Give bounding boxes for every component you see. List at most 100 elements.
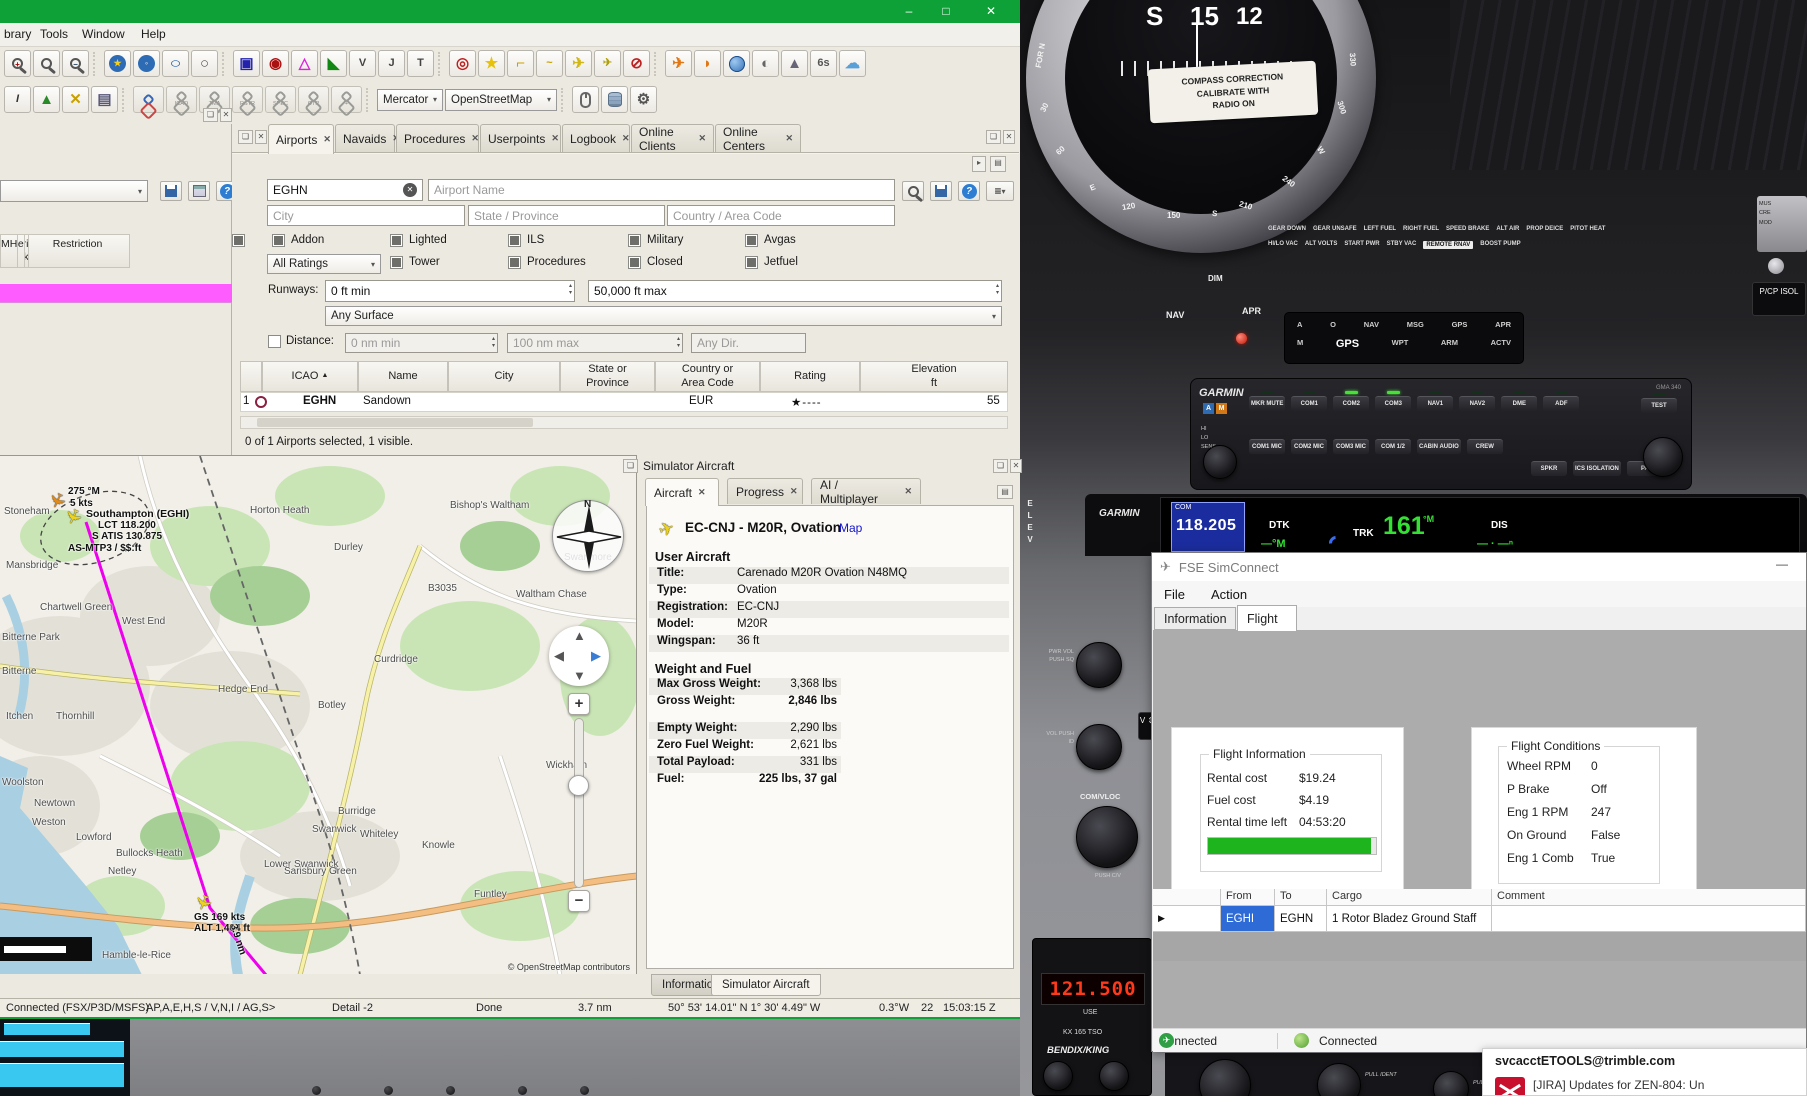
vor-icon[interactable]: ★	[104, 50, 131, 77]
kx165-knob-left[interactable]	[1043, 1061, 1073, 1091]
icao-column-header[interactable]: ICAO ▲	[262, 361, 358, 392]
elevation-column-header[interactable]: Elevation ft	[860, 361, 1008, 392]
military-checkbox[interactable]	[628, 234, 641, 247]
tab-list-icon[interactable]: ▤	[990, 156, 1006, 172]
fse-title-bar[interactable]: ✈ FSE SimConnect —	[1152, 553, 1806, 581]
comment-cell[interactable]	[1492, 906, 1806, 932]
audio-volume-knob[interactable]	[1203, 445, 1237, 479]
ndb-icon[interactable]: ◦	[133, 50, 160, 77]
country-column-header[interactable]: Country or Area Code	[655, 361, 760, 392]
airspace-boundary-icon[interactable]: ▣	[233, 50, 260, 77]
comment-column-header[interactable]: Comment	[1492, 889, 1806, 906]
close-panel-icon[interactable]: ✕	[255, 130, 267, 144]
audio-mic-button[interactable]: COM1 MIC	[1249, 439, 1285, 454]
audio-button[interactable]: ADF	[1543, 391, 1579, 411]
audio-button[interactable]: NAV2	[1459, 391, 1495, 411]
rating-column-header[interactable]: Rating	[760, 361, 860, 392]
save-search-icon[interactable]	[930, 181, 952, 201]
column-header-restriction[interactable]: Restriction	[28, 234, 130, 268]
close-panel-icon[interactable]: ✕	[220, 108, 232, 122]
row-number-header[interactable]	[240, 361, 262, 392]
menu-item[interactable]: Help	[137, 27, 170, 41]
weather-icon[interactable]: ☁	[839, 50, 866, 77]
icao-search-input[interactable]: EGHN ✕	[267, 179, 423, 201]
tab-flight[interactable]: Flight	[1237, 605, 1297, 631]
audio-button[interactable]: MKR MUTE	[1249, 391, 1285, 411]
close-tab-icon[interactable]: ✕	[323, 134, 331, 145]
sun-icon[interactable]: ◐	[752, 50, 779, 77]
aircraft-tab[interactable]: Progress✕	[727, 478, 803, 504]
menu-item[interactable]: brary	[0, 27, 35, 41]
airport-msa-icon[interactable]: ✕	[62, 86, 89, 113]
table-row[interactable]: 1 EGHN Sandown EUR ★---- 55	[240, 392, 1008, 412]
state-input[interactable]: State / Province	[468, 205, 665, 226]
search-tab[interactable]: Userpoints✕	[480, 124, 561, 152]
search-tab[interactable]: Online Clients✕	[631, 124, 714, 152]
bottom-tab[interactable]: Simulator Aircraft	[711, 974, 821, 996]
audio-button[interactable]: COM1	[1291, 391, 1327, 411]
kx165-knob-right[interactable]	[1099, 1061, 1129, 1091]
search-tab[interactable]: Logbook✕	[562, 124, 630, 152]
table-button[interactable]	[188, 181, 210, 201]
radio-knob[interactable]	[1199, 1059, 1251, 1096]
favorite-icon[interactable]: ★	[478, 50, 505, 77]
ils-feather-icon[interactable]: ◣	[320, 50, 347, 77]
waypoint-icon[interactable]: ○	[162, 50, 189, 77]
audio-button[interactable]: ICS ISOLATION	[1573, 461, 1621, 476]
zoom-in-button[interactable]: +	[568, 693, 590, 715]
maximize-button[interactable]: □	[930, 0, 962, 23]
tab-information[interactable]: Information	[1154, 607, 1236, 630]
map-view[interactable]: StonehamBishop's WalthamHorton HeathDurl…	[0, 455, 637, 974]
float-panel-icon[interactable]: ❏	[986, 130, 1001, 144]
aircraft-trail-icon[interactable]: ✈	[594, 50, 621, 77]
airspace-link-button[interactable]: RSTR	[232, 86, 263, 113]
aircraft-tab[interactable]: AI / Multiplayer✕	[811, 478, 921, 504]
airspace-link-button[interactable]: ICAO	[166, 86, 197, 113]
city-column-header[interactable]: City	[448, 361, 560, 392]
audio-selector-knob[interactable]	[1643, 437, 1683, 477]
spinner-icons[interactable]: ▴▾	[569, 283, 572, 297]
filter-select[interactable]: ▾	[0, 180, 148, 202]
close-tab-icon[interactable]: ✕	[622, 133, 630, 144]
audio-button[interactable]: DME	[1501, 391, 1537, 411]
msa-triangle-icon[interactable]: △	[291, 50, 318, 77]
radio-knob[interactable]	[1433, 1071, 1469, 1096]
map-pan-control[interactable]: ▲ ▼ ◀ ▶	[549, 626, 609, 686]
audio-mic-button[interactable]: COM2 MIC	[1291, 439, 1327, 454]
ils-checkbox[interactable]	[508, 234, 521, 247]
airspace-link-button[interactable]: +	[331, 86, 362, 113]
close-tab-icon[interactable]: ✕	[698, 133, 706, 144]
search-tab[interactable]: Navaids✕	[335, 124, 395, 152]
airport-name-input[interactable]: Airport Name	[428, 179, 895, 201]
float-panel-icon[interactable]: ❏	[623, 459, 638, 473]
help-icon[interactable]: ?	[958, 181, 980, 201]
audio-mic-button[interactable]: CABIN AUDIO	[1417, 439, 1461, 454]
cargo-column-header[interactable]: Cargo	[1327, 889, 1492, 906]
from-cell[interactable]: EGHI	[1221, 906, 1275, 932]
minimize-button[interactable]: —	[1776, 557, 1788, 571]
selected-row[interactable]	[0, 284, 232, 303]
cargo-cell[interactable]: 1 Rotor Bladez Ground Staff	[1327, 906, 1492, 932]
notes-icon[interactable]: ▤	[91, 86, 118, 113]
title-bar[interactable]: – □ ✕	[0, 0, 1020, 23]
zoom-slider-handle[interactable]	[568, 775, 589, 796]
audio-button[interactable]: COM3	[1375, 391, 1411, 411]
zoom-out-button[interactable]: −	[568, 890, 590, 912]
row-selector-cell[interactable]: ▶	[1153, 906, 1221, 932]
flight-plan-icon[interactable]: ⌐	[507, 50, 534, 77]
float-panel-icon[interactable]: ❏	[238, 130, 253, 144]
radio-knob[interactable]	[1317, 1063, 1361, 1096]
close-tab-icon[interactable]: ✕	[471, 133, 479, 144]
addon-checkbox[interactable]	[272, 234, 285, 247]
database-icon[interactable]	[601, 86, 628, 113]
close-tab-icon[interactable]: ✕	[785, 133, 793, 144]
toggle-switch[interactable]	[1768, 258, 1784, 274]
country-input[interactable]: Country / Area Code	[667, 205, 895, 226]
closed-checkbox[interactable]	[628, 256, 641, 269]
userpoint-label-icon[interactable]: I	[4, 86, 31, 113]
basemap-select[interactable]: OpenStreetMap▾	[445, 89, 557, 111]
close-tab-icon[interactable]: ✕	[698, 487, 706, 498]
wind-barbs-icon[interactable]: 6s	[810, 50, 837, 77]
airport-icon[interactable]: ○	[191, 50, 218, 77]
to-column-header[interactable]: To	[1275, 889, 1327, 906]
